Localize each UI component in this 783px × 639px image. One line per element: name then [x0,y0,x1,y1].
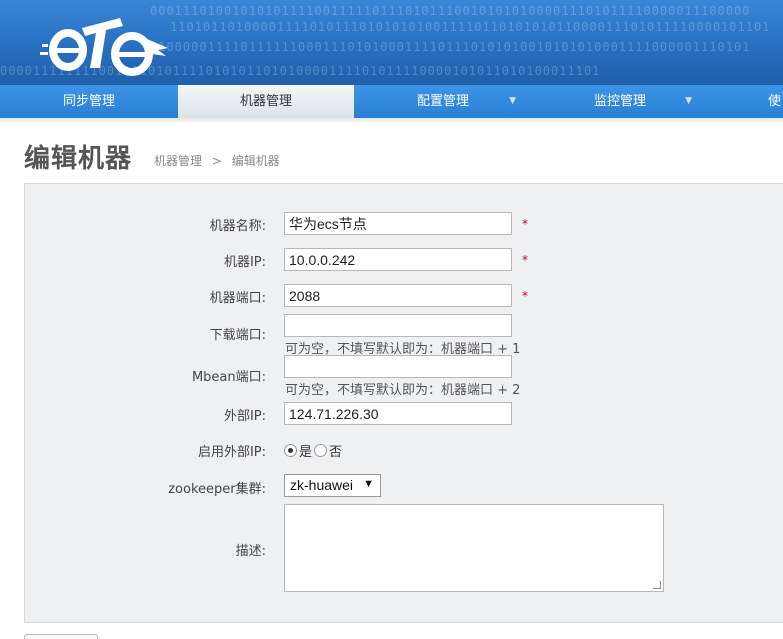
nav-item-more[interactable]: 使 [708,85,783,118]
download-port-input[interactable] [284,314,512,337]
zookeeper-select[interactable]: zk-huawei ▼ [284,474,381,497]
machine-name-input[interactable]: 华为ecs节点 [284,212,512,235]
nav-shadow [0,118,783,124]
chevron-down-icon: ▼ [363,478,374,490]
mbean-port-label: Mbean端口: [191,370,266,385]
machine-port-label: 机器端口: [209,291,266,306]
radio-no[interactable] [314,444,328,457]
required-mark: * [522,253,528,267]
nav-item-machines[interactable]: 机器管理 [178,85,354,118]
breadcrumb-current: 编辑机器 [231,154,280,168]
header-banner: 0001110100101010111100111110111010111001… [0,0,783,85]
nav-item-label: 机器管理 [239,94,292,109]
mbean-port-hint: 可为空，不填写默认即为：机器端口 + 2 [285,383,521,398]
required-mark: * [522,289,528,303]
download-port-label: 下载端口: [209,328,266,343]
zookeeper-label: zookeeper集群: [168,482,266,497]
banner-binary-line: 0001110100101010111100111110111010111001… [150,4,751,18]
radio-yes-label[interactable]: 是 [299,441,312,460]
machine-ip-label: 机器IP: [223,255,266,270]
external-ip-label: 外部IP: [223,409,266,424]
machine-name-label: 机器名称: [209,219,266,234]
use-external-ip-label: 启用外部IP: [197,445,266,460]
main-nav: 同步管理 机器管理 配置管理 ▼ 监控管理 ▼ 使 [0,85,783,118]
submit-button[interactable] [24,634,98,639]
machine-port-input[interactable]: 2088 [284,284,512,307]
nav-item-label: 使 [768,94,782,109]
banner-binary-line: 1101011010000111101011101010101001111011… [170,20,771,34]
resize-handle-icon[interactable] [653,581,661,589]
use-external-ip-radio-group: 是 否 [284,441,342,460]
description-label: 描述: [235,544,266,559]
breadcrumb-separator: > [211,154,222,168]
banner-binary-line: 0100000111101111110001110101000111101110… [150,40,751,54]
nav-item-config[interactable]: 配置管理 ▼ [354,85,532,118]
breadcrumb-link[interactable]: 机器管理 [154,154,202,168]
nav-item-label: 监控管理 [593,94,646,109]
nav-item-label: 配置管理 [416,94,469,109]
description-textarea[interactable] [284,504,664,592]
nav-item-monitor[interactable]: 监控管理 ▼ [532,85,708,118]
nav-item-sync[interactable]: 同步管理 [0,85,178,118]
chevron-down-icon: ▼ [509,96,516,106]
nav-item-label: 同步管理 [62,94,115,109]
chevron-down-icon: ▼ [685,96,692,106]
radio-no-label[interactable]: 否 [329,441,342,460]
external-ip-input[interactable]: 124.71.226.30 [284,402,512,425]
page-title: 编辑机器 [24,144,133,174]
logo [40,18,168,76]
machine-ip-input[interactable]: 10.0.0.242 [284,248,512,271]
breadcrumb: 机器管理 > 编辑机器 [154,152,280,169]
zookeeper-selected-value: zk-huawei [290,477,354,493]
mbean-port-input[interactable] [284,355,512,378]
radio-yes[interactable] [284,444,297,457]
required-mark: * [522,217,528,231]
